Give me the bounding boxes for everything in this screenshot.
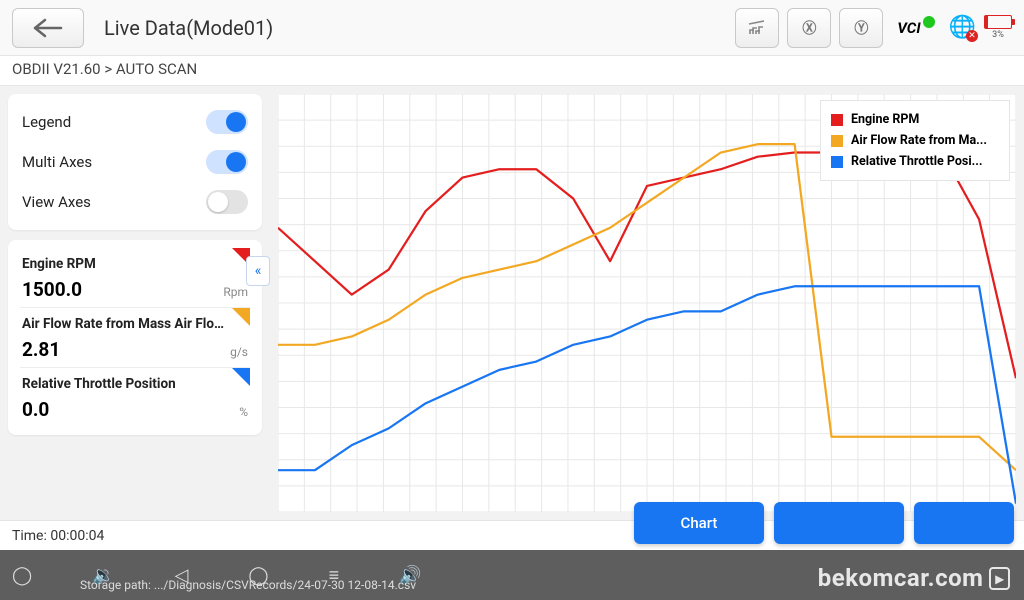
storage-path: Storage path: .../Diagnosis/CSVRecords/2… — [80, 578, 416, 592]
legend-item-label: Engine RPM — [851, 112, 919, 127]
chart-button[interactable]: Chart — [634, 502, 764, 544]
legend-item-label: Air Flow Rate from Ma... — [851, 133, 987, 148]
metric-unit: % — [239, 405, 248, 419]
battery-indicator: 3% — [984, 15, 1012, 40]
play-icon: ▸ — [989, 567, 1010, 590]
watermark: bekomcar.com▸ — [818, 564, 1010, 592]
metric-value: 2.81 — [22, 338, 60, 361]
metric-name: Relative Throttle Position — [22, 376, 232, 392]
back-button[interactable] — [12, 8, 84, 48]
error-badge: ✕ — [966, 30, 978, 42]
legend-toggle[interactable] — [206, 110, 248, 134]
view-axes-toggle[interactable] — [206, 190, 248, 214]
metric-card[interactable]: Engine RPM 1500.0 Rpm — [20, 248, 250, 307]
metric-unit: g/s — [230, 345, 248, 359]
network-status-icon: 🌐✕ — [949, 15, 976, 40]
metric-card[interactable]: Relative Throttle Position 0.0% — [20, 367, 250, 427]
y-axis-button[interactable]: Ⓨ — [839, 8, 883, 48]
multi-axes-toggle-label: Multi Axes — [22, 153, 92, 171]
legend-item-label: Relative Throttle Posi... — [851, 154, 983, 169]
time-display: Time: 00:00:04 — [12, 528, 104, 544]
nav-camera-icon[interactable]: ◯ — [12, 565, 32, 586]
metric-unit: Rpm — [223, 285, 248, 299]
wifi-icon — [923, 16, 935, 28]
live-chart[interactable]: Engine RPM Air Flow Rate from Ma... Rela… — [278, 94, 1016, 512]
metric-name: Air Flow Rate from Mass Air Flow S... — [22, 316, 232, 332]
metric-card[interactable]: Air Flow Rate from Mass Air Flow S... 2.… — [20, 307, 250, 367]
metric-name: Engine RPM — [22, 256, 232, 272]
x-axis-button[interactable]: Ⓧ — [787, 8, 831, 48]
vci-status: VCI — [897, 19, 934, 37]
metrics-panel: Engine RPM 1500.0 Rpm Air Flow Rate from … — [8, 240, 262, 435]
action-button-2[interactable] — [774, 502, 904, 544]
metric-color-tag — [232, 368, 250, 386]
view-axes-toggle-label: View Axes — [22, 193, 91, 211]
multi-axes-toggle[interactable] — [206, 150, 248, 174]
action-button-3[interactable] — [914, 502, 1014, 544]
page-title: Live Data(Mode01) — [104, 16, 727, 40]
brush-tool-button[interactable] — [735, 8, 779, 48]
legend-toggle-label: Legend — [22, 113, 71, 131]
collapse-sidebar-button[interactable]: « — [246, 256, 270, 286]
metric-value: 1500.0 — [22, 278, 82, 301]
chart-legend: Engine RPM Air Flow Rate from Ma... Rela… — [820, 100, 1010, 181]
metric-value: 0.0 — [22, 398, 49, 421]
breadcrumb: OBDII V21.60 > AUTO SCAN — [0, 56, 1024, 86]
metric-color-tag — [232, 308, 250, 326]
